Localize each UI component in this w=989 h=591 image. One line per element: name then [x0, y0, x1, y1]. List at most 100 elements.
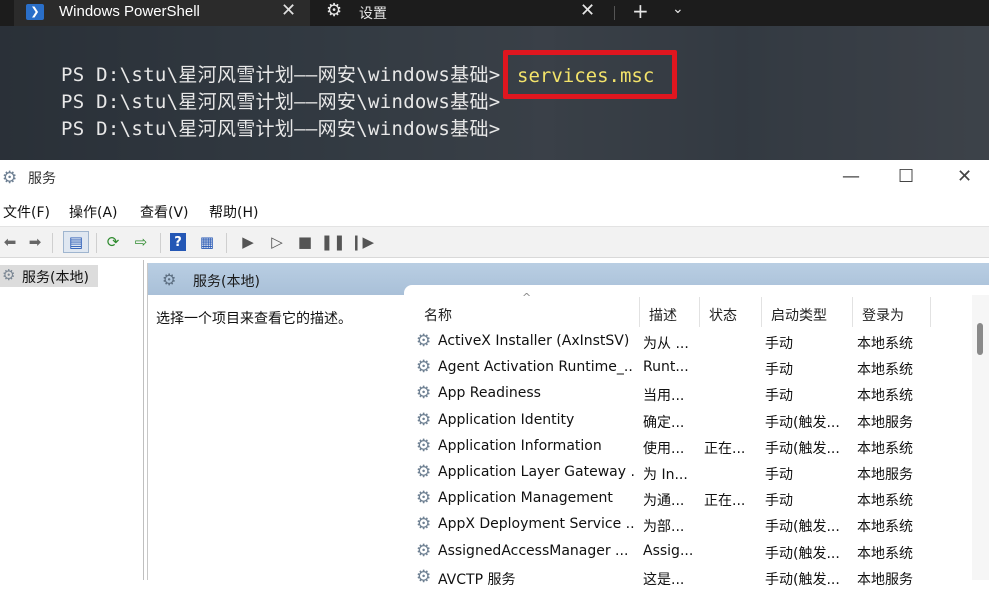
cell-status: 正在...	[704, 440, 746, 457]
refresh-icon[interactable]: ⟳	[103, 232, 123, 252]
cell-description: 为部...	[643, 519, 685, 536]
service-gear-icon: ⚙	[416, 331, 432, 351]
forward-arrow-icon[interactable]: ➡	[25, 232, 45, 252]
cell-startup: 手动	[765, 493, 793, 510]
stop-service-icon[interactable]: ■	[295, 232, 315, 252]
cell-logon: 本地系统	[857, 336, 913, 352]
terminal-tab-bar: ❯ Windows PowerShell ✕ ⚙ 设置 ✕ + ⌄	[0, 0, 989, 26]
table-row[interactable]: ⚙ Application Layer Gateway ... 为 In... 手动 本…	[404, 460, 964, 486]
start-service-params-icon[interactable]: ▷	[267, 232, 287, 252]
tab-settings[interactable]: ⚙ 设置 ✕	[310, 0, 610, 26]
column-header-logon-as[interactable]: 登录为	[854, 285, 932, 324]
tab-windows-powershell[interactable]: ❯ Windows PowerShell ✕	[14, 0, 310, 26]
maximize-button[interactable]: ☐	[898, 166, 914, 187]
column-header-description[interactable]: 描述	[641, 285, 699, 324]
column-divider	[699, 297, 700, 327]
cell-name: AssignedAccessManager ...	[438, 542, 629, 559]
services-gear-icon: ⚙	[2, 168, 18, 188]
close-button[interactable]: ✕	[957, 166, 972, 187]
cell-description: 确定...	[643, 414, 685, 431]
menu-file[interactable]: 文件(F)	[3, 202, 50, 222]
gear-icon: ⚙	[326, 0, 343, 21]
service-gear-icon: ⚙	[416, 435, 432, 456]
tab-title: Windows PowerShell	[59, 3, 200, 20]
column-header-name[interactable]: 名称	[416, 285, 641, 324]
cell-status: 正在...	[704, 493, 746, 510]
export-list-icon[interactable]: ⇨	[131, 232, 151, 252]
cell-name: AppX Deployment Service ...	[438, 516, 634, 533]
menu-help[interactable]: 帮助(H)	[209, 202, 258, 222]
column-header-status[interactable]: 状态	[701, 285, 761, 324]
cell-description: 为从 ...	[643, 336, 689, 352]
toolbar: ⬅ ➡ ▤ ⟳ ⇨ ? ▦ ▶ ▷ ■ ❚❚ ❙▶	[0, 226, 989, 258]
console-tree: ⚙ 服务(本地)	[0, 260, 144, 580]
description-panel: 选择一个项目来查看它的描述。	[148, 295, 404, 580]
powershell-icon: ❯	[26, 4, 44, 20]
service-gear-icon: ⚙	[416, 383, 432, 404]
cell-name: Application Layer Gateway ...	[438, 464, 634, 480]
column-divider	[761, 297, 762, 327]
tab-close-icon[interactable]: ✕	[281, 0, 296, 21]
cell-startup: 手动(触发...	[765, 414, 840, 431]
cell-startup: 手动(触发...	[765, 440, 840, 457]
table-row[interactable]: ⚙ Application Management 为通... 正在... 手动 本地系统	[404, 486, 964, 512]
services-pane: ⚙ 服务(本地) 选择一个项目来查看它的描述。 ^ 名称 描述 状态 启动类型 …	[147, 263, 989, 588]
command-text: services.msc	[517, 65, 655, 87]
table-row[interactable]: ⚙ ActiveX Installer (AxInstSV) 为从 ... 手动 本地系…	[404, 329, 964, 355]
tree-item-label: 服务(本地)	[22, 270, 89, 286]
tab-settings-close-icon[interactable]: ✕	[580, 0, 595, 21]
start-service-icon[interactable]: ▶	[238, 232, 258, 252]
menu-action[interactable]: 操作(A)	[69, 202, 118, 222]
services-window: ⚙ 服务 — ☐ ✕ 文件(F) 操作(A) 查看(V) 帮助(H) ⬅ ➡ ▤…	[0, 160, 989, 588]
pause-service-icon[interactable]: ❚❚	[320, 232, 345, 252]
cell-logon: 本地系统	[857, 362, 913, 379]
cell-startup: 手动	[765, 467, 793, 483]
table-row[interactable]: ⚙ AppX Deployment Service ... 为部... 手动(触发..…	[404, 512, 964, 538]
cell-description: 为 In...	[643, 467, 688, 483]
resume-service-icon[interactable]: ❙▶	[350, 232, 374, 252]
service-gear-icon: ⚙	[416, 357, 432, 378]
tab-dropdown-chevron-icon[interactable]: ⌄	[672, 1, 684, 17]
minimize-button[interactable]: —	[842, 166, 860, 187]
service-gear-icon: ⚙	[416, 462, 432, 482]
cell-description: 这是...	[643, 571, 685, 588]
table-row[interactable]: ⚙ Agent Activation Runtime_... Runt... 手动 本地…	[404, 355, 964, 381]
cell-description: 为通...	[643, 493, 685, 510]
menu-view[interactable]: 查看(V)	[140, 202, 189, 222]
cell-startup: 手动(触发...	[765, 571, 840, 588]
back-arrow-icon[interactable]: ⬅	[0, 232, 20, 252]
tab-settings-title: 设置	[359, 6, 387, 22]
cell-description: 当用...	[643, 388, 685, 405]
properties-icon[interactable]: ▦	[197, 232, 217, 252]
cell-description: 使用...	[643, 440, 685, 457]
powershell-terminal: ❯ Windows PowerShell ✕ ⚙ 设置 ✕ + ⌄ PS D:\…	[0, 0, 989, 160]
help-icon[interactable]: ?	[170, 233, 186, 251]
console-tree-icon[interactable]: ▤	[63, 231, 89, 253]
table-row[interactable]: ⚙ AssignedAccessManager ... Assig... 手动(触发.…	[404, 539, 964, 565]
window-title: 服务	[28, 171, 56, 187]
menu-bar: 文件(F) 操作(A) 查看(V) 帮助(H)	[0, 200, 989, 222]
cell-description: Runt...	[643, 359, 689, 376]
window-titlebar[interactable]: ⚙ 服务 — ☐ ✕	[0, 160, 989, 196]
tree-item-services-local[interactable]: ⚙ 服务(本地)	[0, 265, 98, 287]
table-row[interactable]: ⚙ App Readiness 当用... 手动 本地系统	[404, 381, 964, 407]
service-gear-icon: ⚙	[416, 409, 432, 430]
table-row[interactable]: ⚙ Application Information 使用... 正在... 手动(触发.…	[404, 434, 964, 460]
cell-logon: 本地系统	[857, 440, 913, 457]
cell-logon: 本地服务	[857, 571, 913, 588]
column-divider	[930, 297, 931, 327]
service-gear-icon: ⚙	[416, 566, 432, 587]
column-header-startup-type[interactable]: 启动类型	[763, 285, 853, 324]
service-gear-icon: ⚙	[416, 514, 432, 535]
new-tab-button[interactable]: +	[632, 0, 649, 23]
table-row[interactable]: ⚙ AVCTP 服务 这是... 手动(触发... 本地服务	[404, 565, 964, 591]
service-gear-icon: ⚙	[416, 540, 432, 561]
cell-logon: 本地系统	[857, 545, 913, 562]
vertical-scrollbar[interactable]	[972, 295, 989, 580]
cell-description: Assig...	[643, 542, 694, 559]
scrollbar-thumb[interactable]	[977, 323, 983, 355]
cell-name: Agent Activation Runtime_...	[438, 359, 634, 376]
cell-logon: 本地服务	[857, 414, 913, 431]
cell-name: AVCTP 服务	[438, 571, 516, 588]
table-row[interactable]: ⚙ Application Identity 确定... 手动(触发... 本地服务	[404, 408, 964, 434]
